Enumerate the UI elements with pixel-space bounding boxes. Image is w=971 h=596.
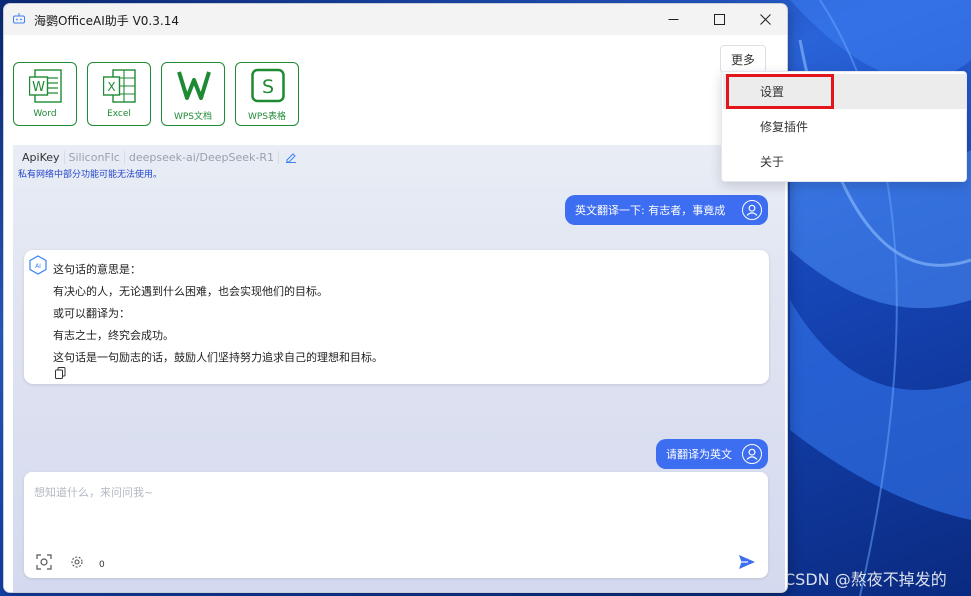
main-content: 更多 W Word X Excel WPS文档 S WPS表格 ApiKey S… xyxy=(4,35,787,592)
wps-writer-app-button[interactable]: WPS文档 xyxy=(161,62,225,126)
excel-label: Excel xyxy=(107,109,131,119)
provider-label[interactable]: SiliconFlc xyxy=(65,150,125,164)
chat-input[interactable] xyxy=(34,482,734,502)
ai-line: 有志之士，终究会成功。 xyxy=(53,329,174,342)
ai-line: 这句话是一句励志的话，鼓励人们坚持努力追求自己的理想和目标。 xyxy=(53,351,383,364)
menu-item-settings[interactable]: 设置 xyxy=(723,74,966,109)
copy-icon[interactable] xyxy=(55,367,66,379)
close-icon xyxy=(759,14,771,25)
ai-line: 或可以翻译为： xyxy=(53,307,130,320)
user-avatar-icon xyxy=(742,444,762,464)
svg-text:X: X xyxy=(107,80,115,94)
gear-icon[interactable] xyxy=(70,555,84,569)
network-notice: 私有网络中部分功能可能无法使用。 xyxy=(18,170,163,180)
menu-item-about[interactable]: 关于 xyxy=(723,144,966,179)
chat-area: ApiKey SiliconFlc deepseek-ai/DeepSeek-R… xyxy=(13,145,785,592)
word-label: Word xyxy=(33,109,57,119)
user-message-2-text: 请翻译为英文 xyxy=(666,448,732,461)
minimize-icon xyxy=(668,19,678,20)
model-selector[interactable]: ApiKey SiliconFlc deepseek-ai/DeepSeek-R… xyxy=(18,149,297,165)
watermark-text: CSDN @熬夜不掉发的 xyxy=(784,570,947,589)
user-avatar-icon xyxy=(742,200,762,220)
user-message-2: 请翻译为英文 xyxy=(656,439,768,469)
more-button[interactable]: 更多 xyxy=(720,45,766,73)
svg-text:S: S xyxy=(262,76,274,98)
screenshot-icon[interactable] xyxy=(36,554,52,570)
wps-sheets-icon: S xyxy=(251,68,285,103)
app-icon xyxy=(13,13,25,24)
word-app-button[interactable]: W Word xyxy=(13,62,77,126)
user-message-1: 英文翻译一下: 有志者，事竟成 xyxy=(565,195,768,225)
excel-app-button[interactable]: X Excel xyxy=(87,62,151,126)
close-button[interactable] xyxy=(742,4,787,35)
svg-text:AI: AI xyxy=(35,263,41,270)
excel-icon: X xyxy=(103,69,136,103)
svg-text:W: W xyxy=(32,80,45,95)
wps-sheets-app-button[interactable]: S WPS表格 xyxy=(235,62,299,126)
menu-item-repair-plugin[interactable]: 修复插件 xyxy=(723,109,966,144)
user-message-1-text: 英文翻译一下: 有志者，事竟成 xyxy=(575,204,726,217)
app-window: 海鹦OfficeAI助手 V0.3.14 更多 W Word X Excel W… xyxy=(3,3,788,593)
maximize-button[interactable] xyxy=(696,4,742,35)
pencil-icon[interactable] xyxy=(285,151,297,163)
input-card: 0 xyxy=(24,472,768,578)
send-icon[interactable] xyxy=(738,553,756,571)
wps-sheets-label: WPS表格 xyxy=(247,112,287,122)
ai-response-card: AI 这句话的意思是： 有决心的人，无论遇到什么困难，也会实现他们的目标。 或可… xyxy=(24,250,769,384)
more-dropdown-menu: 设置 修复插件 关于 xyxy=(721,71,967,182)
ai-line: 有决心的人，无论遇到什么困难，也会实现他们的目标。 xyxy=(53,285,328,298)
wps-writer-label: WPS文档 xyxy=(173,112,213,122)
title-bar[interactable]: 海鹦OfficeAI助手 V0.3.14 xyxy=(4,4,787,35)
ai-line: 这句话的意思是： xyxy=(53,263,141,276)
token-count: 0 xyxy=(99,560,105,570)
wps-writer-icon xyxy=(177,71,211,100)
ai-badge-icon: AI xyxy=(29,255,47,275)
apikey-label[interactable]: ApiKey xyxy=(18,150,65,164)
window-title: 海鹦OfficeAI助手 V0.3.14 xyxy=(34,14,179,28)
model-label[interactable]: deepseek-ai/DeepSeek-R1 xyxy=(125,150,279,164)
minimize-button[interactable] xyxy=(650,4,696,35)
word-icon: W xyxy=(29,69,62,103)
maximize-icon xyxy=(713,14,725,25)
